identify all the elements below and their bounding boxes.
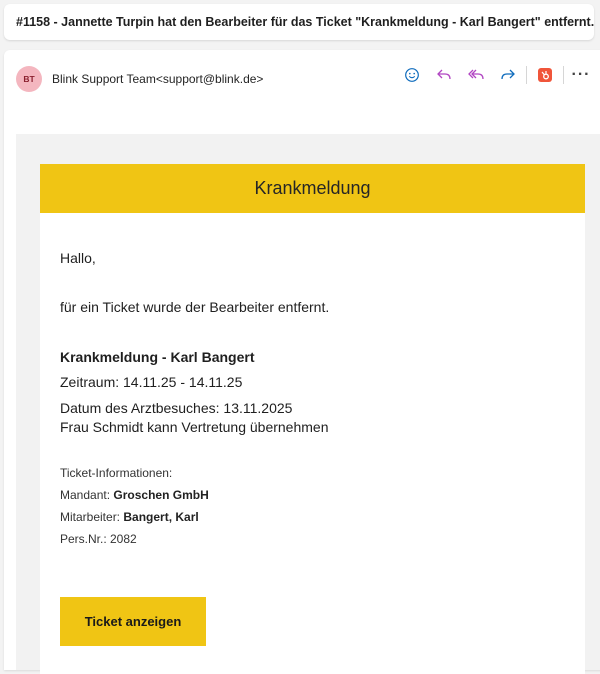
reply-all-icon[interactable]	[460, 64, 492, 86]
hubspot-icon[interactable]	[529, 64, 561, 86]
employee-value: Bangert, Karl	[123, 510, 199, 524]
message-actions: ···	[396, 64, 596, 86]
emoji-icon[interactable]	[396, 64, 428, 86]
reading-pane: BT Blink Support Team<support@blink.de> …	[4, 50, 600, 674]
ticket-info-heading: Ticket-Informationen:	[60, 466, 173, 480]
subject-bar: #1158 - Jannette Turpin hat den Bearbeit…	[4, 4, 594, 40]
email-header: Krankmeldung	[40, 164, 585, 213]
toolbar-divider	[526, 66, 527, 84]
email-card: Krankmeldung Hallo, für ein Ticket wurde…	[40, 164, 585, 674]
reply-icon[interactable]	[428, 64, 460, 86]
period-text: Zeitraum: 14.11.25 - 14.11.25	[60, 374, 243, 390]
forward-icon[interactable]	[492, 64, 524, 86]
client-label: Mandant:	[60, 488, 111, 502]
sender-row: BT Blink Support Team<support@blink.de>	[16, 66, 263, 92]
doctor-visit-date: Datum des Arztbesuches: 13.11.2025	[60, 400, 293, 416]
client-value: Groschen GmbH	[113, 488, 209, 502]
ticket-title: Krankmeldung - Karl Bangert	[60, 349, 255, 365]
email-content-background: Krankmeldung Hallo, für ein Ticket wurde…	[16, 134, 600, 674]
more-icon[interactable]: ···	[566, 64, 596, 86]
doctor-info: Datum des Arztbesuches: 13.11.2025 Frau …	[60, 399, 329, 437]
substitute-note: Frau Schmidt kann Vertretung übernehmen	[60, 419, 329, 435]
client-line: Mandant: Groschen GmbH	[60, 488, 209, 502]
view-ticket-button[interactable]: Ticket anzeigen	[60, 597, 206, 646]
intro-text: für ein Ticket wurde der Bearbeiter entf…	[60, 299, 330, 315]
employee-label: Mitarbeiter:	[60, 510, 121, 524]
email-header-title: Krankmeldung	[254, 178, 371, 198]
sender-name[interactable]: Blink Support Team<support@blink.de>	[52, 72, 263, 86]
greeting: Hallo,	[60, 250, 96, 266]
toolbar-divider	[563, 66, 564, 84]
persnr-line: Pers.Nr.: 2082	[60, 532, 137, 546]
avatar[interactable]: BT	[16, 66, 42, 92]
email-subject: #1158 - Jannette Turpin hat den Bearbeit…	[16, 15, 595, 29]
employee-line: Mitarbeiter: Bangert, Karl	[60, 510, 199, 524]
